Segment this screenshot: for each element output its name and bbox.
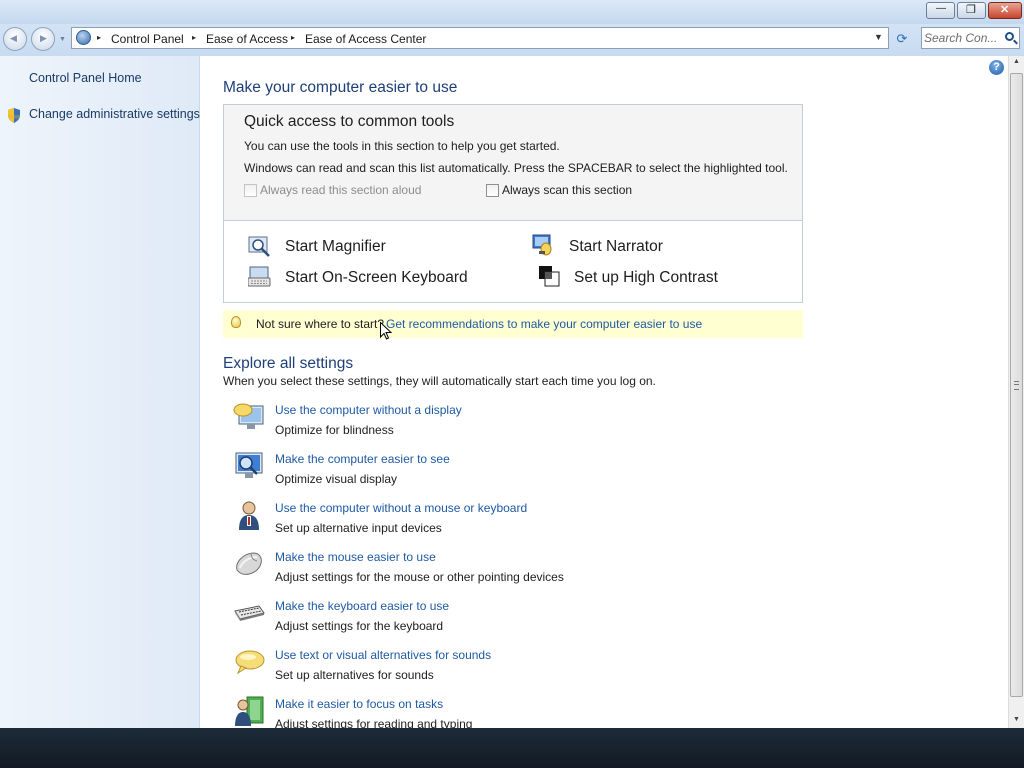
refresh-icon: ⟳ [896,31,908,46]
read-aloud-label: Always read this section aloud [260,183,422,197]
settings-link-focus-tasks[interactable]: Make it easier to focus on tasks [275,697,443,711]
taskbar [0,728,1024,768]
sidebar-item-change-admin-settings[interactable]: Change administrative settings [29,107,200,121]
scan-section-label[interactable]: Always scan this section [502,183,632,197]
settings-desc-sound-alternatives: Set up alternatives for sounds [275,668,434,682]
address-dropdown-icon[interactable]: ▼ [874,32,883,42]
quick-access-panel: Quick access to common tools You can use… [223,104,803,303]
narrator-icon [532,234,552,256]
read-aloud-checkbox[interactable] [244,184,257,197]
search-input[interactable] [924,29,1002,46]
sidebar: Control Panel Home Change administrative… [0,56,200,728]
back-arrow-icon: ◀ [10,33,17,43]
vertical-scrollbar[interactable]: ▲ ▼ [1008,56,1024,728]
help-icon: ? [993,61,1000,73]
sidebar-item-control-panel-home[interactable]: Control Panel Home [29,71,142,85]
user-icon [239,501,259,530]
quick-access-header: Quick access to common tools You can use… [224,105,802,221]
setup-high-contrast-link[interactable]: Set up High Contrast [574,269,718,287]
settings-desc-focus-tasks: Adjust settings for reading and typing [275,717,473,728]
high-contrast-icon [539,266,560,287]
scan-section-checkbox[interactable] [486,184,499,197]
no-display-icon [233,403,264,429]
breadcrumb-separator-icon[interactable]: ▸ [291,33,295,42]
settings-link-sound-alternatives[interactable]: Use text or visual alternatives for soun… [275,648,491,662]
scroll-down-icon[interactable]: ▼ [1013,716,1020,723]
quick-access-intro: You can use the tools in this section to… [244,139,560,153]
back-button[interactable]: ◀ [3,27,27,51]
get-recommendations-link[interactable]: Get recommendations to make your compute… [386,317,702,331]
scroll-grip-icon [1014,381,1019,390]
search-box [921,27,1020,49]
breadcrumb-separator-icon[interactable]: ▸ [192,33,196,42]
title-bar: — ❐ ✕ [0,0,1024,24]
start-magnifier-link[interactable]: Start Magnifier [285,238,386,256]
forward-arrow-icon: ▶ [40,33,47,43]
lightbulb-icon [231,316,241,328]
help-button[interactable]: ? [989,60,1004,75]
magnifier-icon [248,236,270,257]
minimize-button[interactable]: — [926,2,955,19]
maximize-button[interactable]: ❐ [957,2,986,19]
close-icon: ✕ [1000,4,1010,16]
settings-desc-without-display: Optimize for blindness [275,423,394,437]
breadcrumb-ease-of-access[interactable]: Ease of Access [206,32,288,46]
shield-icon [8,108,20,123]
mouse-cursor-icon [380,322,392,340]
onscreen-keyboard-icon [248,266,271,287]
explore-settings-description: When you select these settings, they wil… [223,374,656,388]
main-content: ? Make your computer easier to use Quick… [200,56,1008,728]
settings-link-easier-to-see[interactable]: Make the computer easier to see [275,452,450,466]
start-onscreen-keyboard-link[interactable]: Start On-Screen Keyboard [285,269,468,287]
settings-desc-mouse: Adjust settings for the mouse or other p… [275,570,564,584]
breadcrumb-control-panel[interactable]: Control Panel [111,32,184,46]
mouse-icon [236,552,262,575]
minimize-icon: — [936,3,946,14]
settings-link-without-display[interactable]: Use the computer without a display [275,403,462,417]
ease-of-access-window: — ❐ ✕ ◀ ▶ ▼ ▸ Control Panel ▸ Ease of Ac… [0,0,1024,728]
settings-link-mouse[interactable]: Make the mouse easier to use [275,550,436,564]
close-button[interactable]: ✕ [988,2,1022,19]
quick-access-heading: Quick access to common tools [244,113,455,130]
address-bar[interactable]: ▸ Control Panel ▸ Ease of Access ▸ Ease … [71,27,889,49]
recommendation-bar: Not sure where to start? Get recommendat… [223,310,803,338]
explore-settings-heading: Explore all settings [223,355,354,372]
recent-pages-dropdown[interactable]: ▼ [59,36,66,43]
settings-link-without-mouse-keyboard[interactable]: Use the computer without a mouse or keyb… [275,501,527,515]
restore-icon: ❐ [966,4,976,16]
settings-link-keyboard[interactable]: Make the keyboard easier to use [275,599,449,613]
focus-tasks-icon [235,696,264,726]
keyboard-icon [234,605,265,621]
settings-desc-keyboard: Adjust settings for the keyboard [275,619,444,633]
speech-bubble-icon [235,650,265,675]
display-icon [235,452,263,478]
scroll-up-icon[interactable]: ▲ [1013,58,1020,65]
forward-button[interactable]: ▶ [31,27,55,51]
page-title: Make your computer easier to use [223,79,458,96]
settings-desc-easier-to-see: Optimize visual display [275,472,398,486]
search-icon[interactable] [1005,32,1014,41]
settings-desc-without-mouse-keyboard: Set up alternative input devices [275,521,442,535]
control-panel-icon [76,30,91,45]
breadcrumb-separator-icon[interactable]: ▸ [97,33,101,42]
breadcrumb-ease-of-access-center[interactable]: Ease of Access Center [305,32,426,46]
scrollbar-thumb[interactable] [1010,73,1023,697]
recommendation-text: Not sure where to start? [256,317,385,331]
quick-access-instructions: Windows can read and scan this list auto… [244,161,788,175]
navigation-bar: ◀ ▶ ▼ ▸ Control Panel ▸ Ease of Access ▸… [0,24,1024,56]
refresh-button[interactable]: ⟳ [893,30,911,48]
start-narrator-link[interactable]: Start Narrator [569,238,663,256]
